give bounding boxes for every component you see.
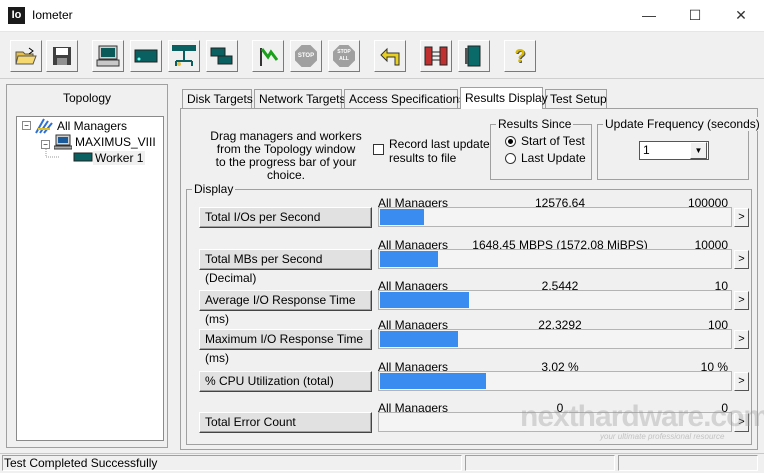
metric-button[interactable]: Total Error Count [199,412,372,433]
new-disk-worker-icon [96,45,120,67]
metric-button[interactable]: Maximum I/O Response Time (ms) [199,329,372,365]
help-icon: ? [514,45,526,66]
stop-all-button[interactable]: STOP ALL [328,40,360,72]
start-tests-button[interactable] [252,40,284,72]
row-expand-arrow-button[interactable]: > [734,250,749,269]
row-expand-arrow-button[interactable]: > [734,208,749,227]
tree-collapse-toggle-manager[interactable]: − [41,140,50,149]
radio-start-of-test-label: Start of Test [521,134,585,148]
new-disk-worker-button[interactable] [92,40,124,72]
close-button[interactable]: ✕ [718,0,764,31]
record-results-label: Record last update results to file [389,137,490,165]
open-folder-icon [15,47,37,65]
iometer-app-icon: Io [8,7,25,24]
topology-title: Topology [62,91,112,105]
progress-bar-fill [380,251,438,267]
worker-icon [73,152,93,162]
open-config-button[interactable] [10,40,42,72]
status-cell-3 [618,455,758,471]
status-text: Test Completed Successfully [4,456,158,470]
record-label-line-1: Record last update [389,137,490,151]
tab-disk-targets[interactable]: Disk Targets [182,89,253,108]
results-since-title: Results Since [496,117,574,131]
window-title: Iometer [32,8,73,22]
computer-icon [54,134,72,150]
reset-workers-icon [380,47,400,66]
stop-icon: STOP [295,45,317,67]
display-title: Display [192,182,236,196]
tree-item-worker-1[interactable]: Worker 1 [93,151,146,165]
record-label-line-2: results to file [389,151,457,165]
maximize-button[interactable]: ☐ [672,0,718,31]
exit-button[interactable] [458,40,490,72]
reset-workers-button[interactable] [374,40,406,72]
row-expand-arrow-button[interactable]: > [734,330,749,349]
tab-access-specifications[interactable]: Access Specifications [344,89,465,108]
radio-last-update[interactable] [505,153,516,164]
radio-start-of-test[interactable] [505,136,516,147]
all-managers-icon [35,118,53,134]
progress-bar-fill [380,331,458,347]
status-cell-2 [465,455,615,471]
watermark-logo: nexthardware.com [520,400,764,433]
drag-hint-line-3: to the progress bar of your choice. [215,155,357,182]
drag-hint: Drag managers and workers from the Topol… [196,130,376,182]
update-frequency-value: 1 [643,143,650,157]
stop-test-button[interactable]: STOP [290,40,322,72]
tree-item-all-managers[interactable]: All Managers [57,119,127,133]
metric-button[interactable]: Average I/O Response Time (ms) [199,290,372,326]
update-frequency-dropdown-arrow[interactable]: ▼ [690,142,707,159]
record-results-checkbox[interactable] [373,144,384,155]
progress-bar-fill [380,292,469,308]
new-network-worker-icon [134,49,158,63]
start-flag-icon [260,48,279,66]
new-manager-button[interactable] [168,40,200,72]
stop-all-icon: STOP ALL [333,45,355,67]
minimize-button[interactable]: — [626,0,672,31]
stop-label: STOP [297,52,315,59]
tab-results-display[interactable]: Results Display [460,87,548,109]
new-network-worker-button[interactable] [130,40,162,72]
tab-test-setup[interactable]: Test Setup [545,89,607,108]
tab-network-targets[interactable]: Network Targets [254,89,345,108]
progress-bar-track[interactable] [378,207,732,227]
new-manager-icon [172,45,196,66]
exit-icon [465,45,481,67]
help-button[interactable]: ? [504,40,536,72]
radio-last-update-label: Last Update [521,151,586,165]
save-disk-icon [53,47,71,65]
tree-connector-line [45,149,60,158]
tree-collapse-toggle[interactable]: − [22,121,31,130]
update-frequency-title: Update Frequency (seconds) [603,117,762,131]
metric-button[interactable]: % CPU Utilization (total) [199,371,372,392]
progress-bar-fill [380,373,486,389]
disconnect-icon [424,46,448,66]
row-expand-arrow-button[interactable]: > [734,291,749,310]
duplicate-worker-icon [210,47,233,65]
metric-button[interactable]: Total I/Os per Second [199,207,372,228]
row-expand-arrow-button[interactable]: > [734,372,749,391]
metric-button[interactable]: Total MBs per Second (Decimal) [199,249,372,285]
watermark-tagline: your ultimate professional resource [600,432,725,441]
stop-all-label: STOP ALL [337,49,351,62]
tree-item-maximus-viii[interactable]: MAXIMUS_VIII [75,135,156,149]
duplicate-worker-button[interactable] [206,40,238,72]
progress-bar-fill [380,209,424,225]
save-config-button[interactable] [46,40,78,72]
disconnect-button[interactable] [420,40,452,72]
